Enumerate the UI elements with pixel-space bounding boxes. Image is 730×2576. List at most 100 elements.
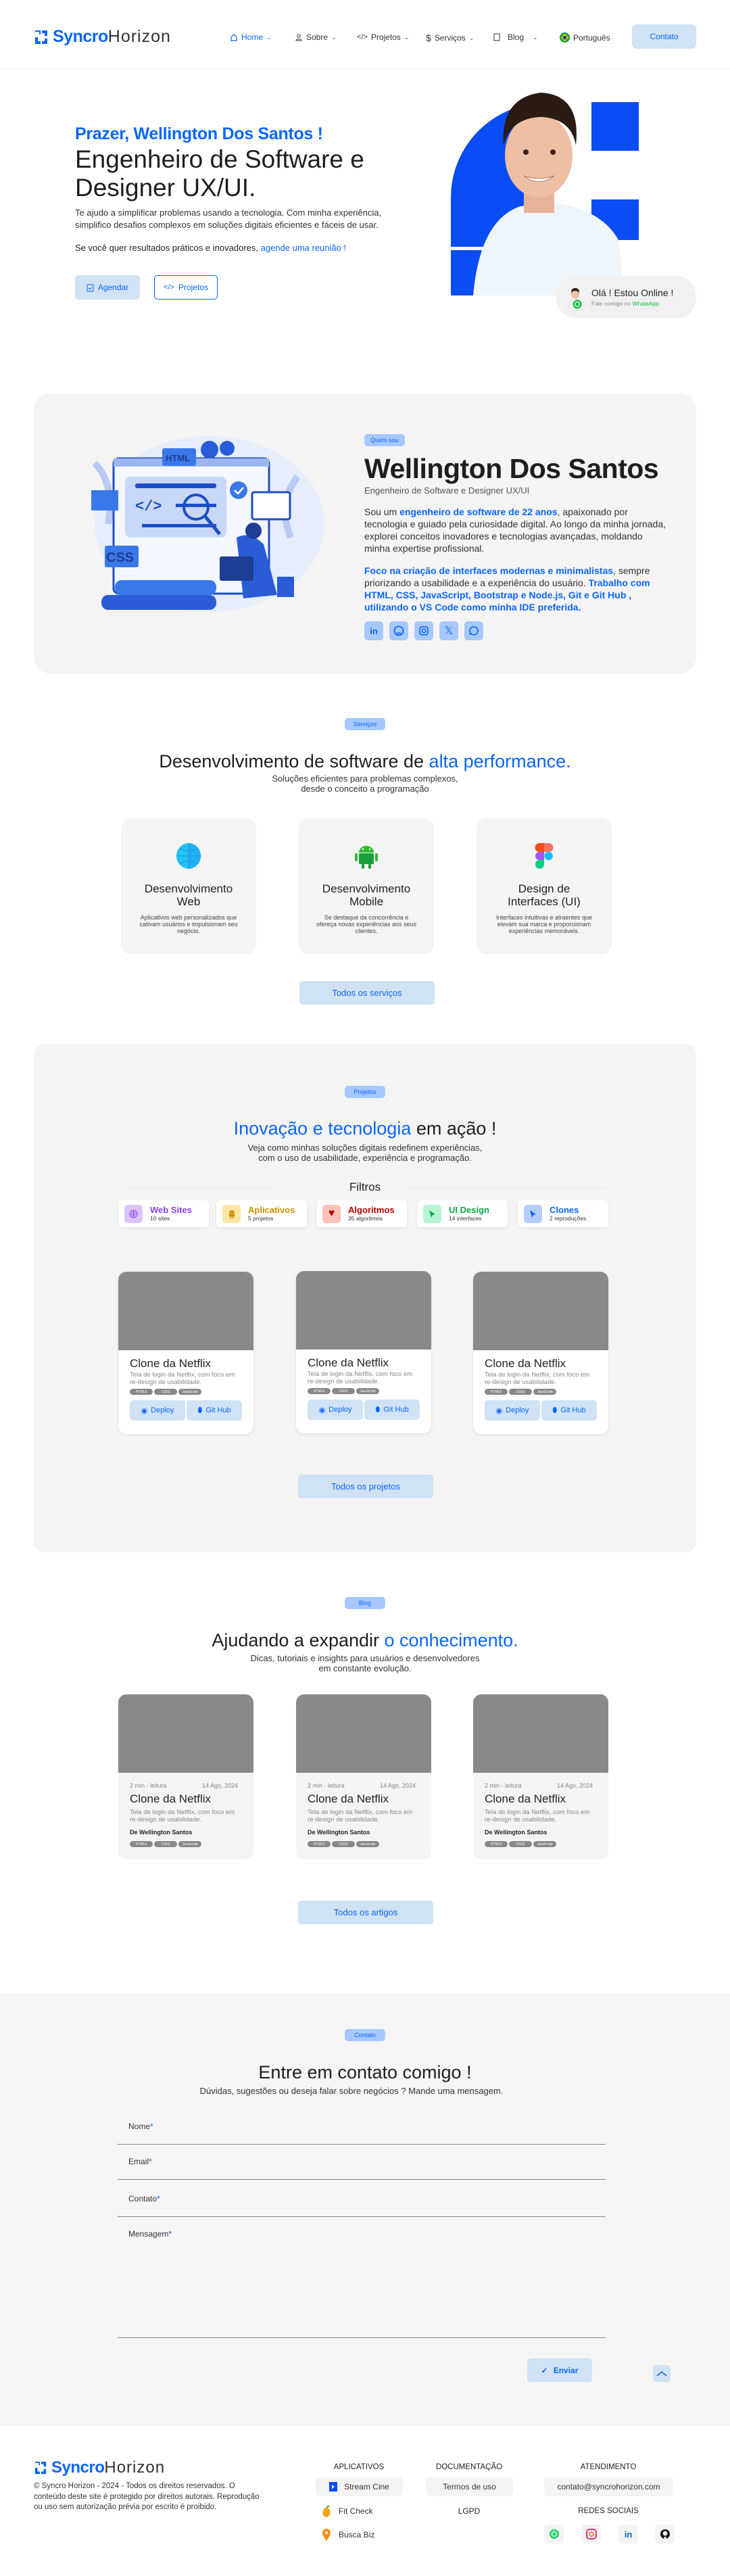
blog-subtitle: Dicas, tutoriais e insights para usuário… xyxy=(0,1653,730,1673)
social-heading: REDES SOCIAIS xyxy=(578,2507,639,2515)
all-projects-button[interactable]: Todos os projetos xyxy=(298,1475,433,1498)
project-thumbnail xyxy=(473,1272,608,1350)
footer-logo[interactable]: SyncroHorizon xyxy=(34,2458,165,2477)
nav-home[interactable]: Home ⌄ xyxy=(230,32,272,42)
nav-sobre[interactable]: Sobre ⌄ xyxy=(295,32,337,42)
all-services-button[interactable]: Todos os serviços xyxy=(299,981,435,1005)
tag: CSS3 xyxy=(332,1841,355,1847)
blog-post-card[interactable]: 2 min - leitura 14 Ago, 2024 Clone da Net… xyxy=(118,1694,253,1859)
filter-aplicativos[interactable]: Aplicativos 5 projetos xyxy=(216,1200,307,1227)
field-label: Contato xyxy=(128,2194,157,2203)
app-busca-biz[interactable]: Busca Biz xyxy=(322,2529,374,2541)
whatsapp-link[interactable]: WhatsApp. xyxy=(632,300,660,307)
deploy-button[interactable]: ◉ Deploy xyxy=(308,1400,363,1420)
apps-heading: APLICATIVOS xyxy=(333,2463,385,2471)
logo[interactable]: SyncroHorizon xyxy=(34,27,171,47)
projects-button[interactable]: </> Projetos xyxy=(154,275,218,300)
deploy-button[interactable]: ◉ Deploy xyxy=(485,1400,540,1421)
service-card-ui[interactable]: Design de Interfaces (UI) Interfaces intu… xyxy=(477,819,612,954)
linkedin-button[interactable]: in xyxy=(364,621,383,640)
lgpd-link[interactable]: LGPD xyxy=(415,2506,523,2516)
post-thumbnail xyxy=(473,1694,608,1773)
message-textarea-underline[interactable] xyxy=(118,2337,606,2338)
whatsapp-button[interactable] xyxy=(464,621,483,640)
contact-pill: Contato xyxy=(345,2029,385,2041)
schedule-button[interactable]: Agendar xyxy=(75,275,140,300)
message-field[interactable]: Mensagem* xyxy=(128,2229,172,2239)
contact-field[interactable]: Contato* xyxy=(128,2194,160,2203)
app-fit-check[interactable]: Fit Check xyxy=(322,2505,373,2517)
name-field[interactable]: Nome* xyxy=(128,2122,153,2131)
footer-github-button[interactable] xyxy=(655,2525,675,2544)
footer-instagram-button[interactable] xyxy=(581,2525,601,2544)
filter-ui-design[interactable]: UI Design 14 interfaces xyxy=(417,1200,508,1227)
github-button[interactable]: ⬮ Git Hub xyxy=(364,1400,420,1420)
post-date: 14 Ago, 2024 xyxy=(379,1782,416,1789)
scroll-to-top-button[interactable] xyxy=(653,2365,671,2382)
instagram-icon xyxy=(585,2529,597,2539)
tag: JavaScript xyxy=(533,1389,556,1395)
service-card-mobile[interactable]: Desenvolvimento Mobile Se destaque da con… xyxy=(299,819,434,954)
service-title: Design de Interfaces (UI) xyxy=(508,882,581,908)
schedule-meeting-link[interactable]: agende uma reunião ! xyxy=(261,243,346,253)
nav-blog[interactable]: Blog ⌄ xyxy=(493,32,538,42)
x-button[interactable]: 𝕏 xyxy=(439,621,458,640)
android-icon xyxy=(355,846,378,869)
whatsapp-online-bubble[interactable]: Olá ! Estou Online ! Fale comigo no What… xyxy=(556,276,696,318)
title-text: em ação ! xyxy=(411,1118,497,1139)
blog-post-card[interactable]: 2 min - leitura 14 Ago, 2024 Clone da Net… xyxy=(296,1694,431,1859)
language-selector[interactable]: Português xyxy=(560,32,610,43)
github-button[interactable] xyxy=(389,621,408,640)
tag: JavaScript xyxy=(533,1841,556,1847)
tag: HTML5 xyxy=(485,1841,508,1847)
post-date: 14 Ago, 2024 xyxy=(556,1782,593,1789)
nav-servicos[interactable]: $ Serviços ⌄ xyxy=(426,32,474,43)
email-link[interactable]: contato@syncrohorizon.com xyxy=(544,2477,673,2496)
footer-whatsapp-button[interactable] xyxy=(544,2525,564,2544)
subtitle-line: em constante evolução. xyxy=(318,1663,412,1673)
filter-clones[interactable]: Clones 2 reproduções xyxy=(518,1200,608,1227)
filter-web-sites[interactable]: Web Sites 10 sites xyxy=(118,1200,209,1227)
submit-label: Enviar xyxy=(553,2365,579,2375)
x-icon: 𝕏 xyxy=(444,625,454,637)
name-input-underline[interactable] xyxy=(118,2144,606,2145)
post-thumbnail xyxy=(118,1694,253,1773)
post-author: De Wellington Santos xyxy=(485,1829,548,1836)
terms-link[interactable]: Termos de uso xyxy=(426,2477,513,2496)
code-icon: </> xyxy=(357,33,368,41)
highlight: engenheiro de software de 22 anos xyxy=(399,506,558,517)
app-stream-cine[interactable]: Stream Cine xyxy=(316,2477,403,2496)
instagram-button[interactable] xyxy=(414,621,433,640)
deploy-button[interactable]: ◉ Deploy xyxy=(130,1400,185,1421)
figma-icon xyxy=(535,843,554,869)
css-label: CSS xyxy=(106,550,134,565)
contact-title: Entre em contato comigo ! xyxy=(258,2062,472,2082)
all-articles-button[interactable]: Todos os artigos xyxy=(298,1901,433,1924)
email-input-underline[interactable] xyxy=(118,2179,606,2180)
title-highlight: o conhecimento. xyxy=(384,1630,518,1650)
github-button[interactable]: ⬮ Git Hub xyxy=(187,1400,242,1421)
github-button[interactable]: ⬮ Git Hub xyxy=(541,1400,597,1421)
filter-count: 5 projetos xyxy=(248,1215,274,1222)
filter-title: Clones xyxy=(550,1205,579,1215)
contact-button[interactable]: Contato xyxy=(632,24,696,49)
nav-label: Serviços xyxy=(434,33,466,43)
submit-button[interactable]: ✓ Enviar xyxy=(527,2358,592,2382)
text: Sou um xyxy=(364,506,400,517)
contact-input-underline[interactable] xyxy=(118,2216,606,2217)
cursor-icon xyxy=(423,1204,441,1223)
projects-subtitle: Veja como minhas soluções digitais redef… xyxy=(0,1143,730,1163)
filter-algoritmos[interactable]: ♥ Algoritmos 35 algoritmos xyxy=(316,1200,407,1227)
tag: JavaScript xyxy=(356,1388,379,1394)
nav-projetos[interactable]: </> Projetos ⌄ xyxy=(357,32,409,42)
tag: JavaScript xyxy=(178,1841,201,1847)
blog-post-card[interactable]: 2 min - leitura 14 Ago, 2024 Clone da Net… xyxy=(473,1694,608,1859)
filter-title: Algoritmos xyxy=(348,1205,395,1215)
chevron-down-icon: ⌄ xyxy=(404,33,410,41)
dollar-icon: $ xyxy=(426,32,431,43)
blog-title: Ajudando a expandir o conhecimento. xyxy=(0,1630,730,1651)
email-field[interactable]: Email* xyxy=(128,2157,152,2166)
service-card-web[interactable]: Desenvolvimento Web Aplicativos web perso… xyxy=(121,819,256,954)
tag: CSS3 xyxy=(154,1389,177,1395)
footer-linkedin-button[interactable]: in xyxy=(618,2525,638,2544)
